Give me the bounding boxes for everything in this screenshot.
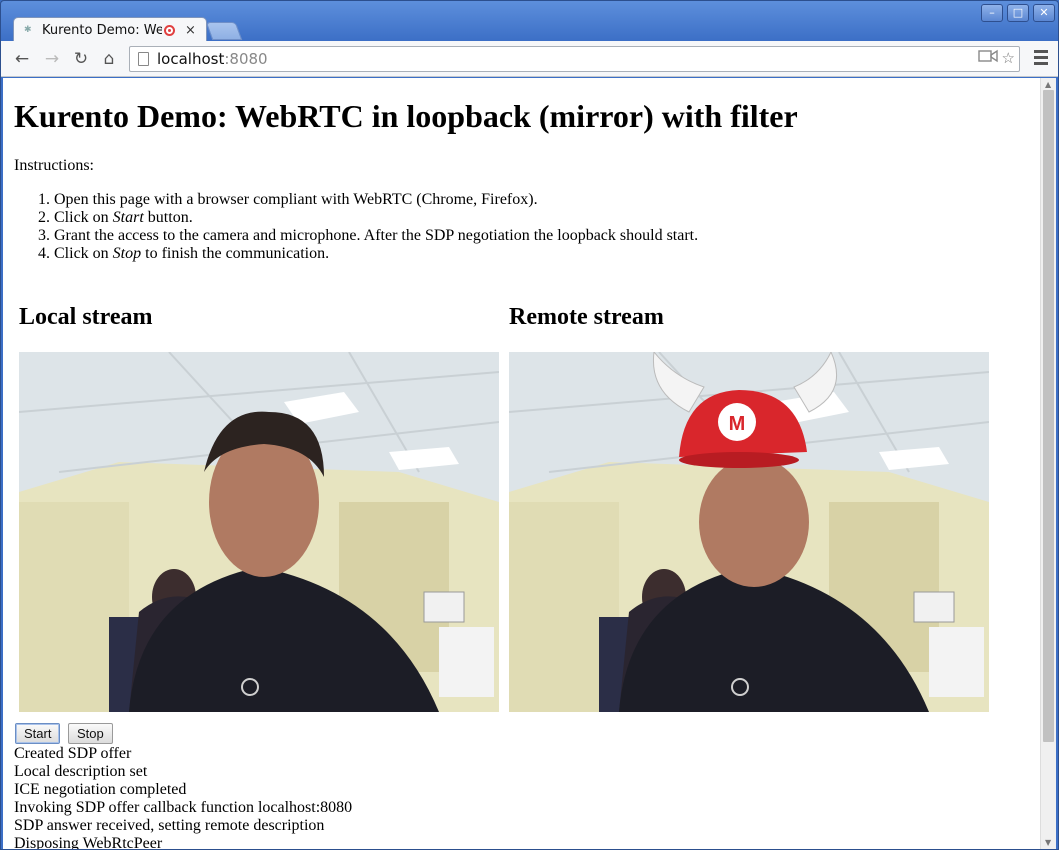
local-video[interactable]	[19, 352, 499, 712]
scrollbar-thumb[interactable]	[1043, 90, 1054, 742]
forward-icon[interactable]: →	[42, 49, 62, 69]
page-title: Kurento Demo: WebRTC in loopback (mirror…	[14, 98, 798, 134]
menu-icon[interactable]	[1034, 50, 1048, 68]
home-icon[interactable]: ⌂	[99, 49, 119, 69]
log-line: SDP answer received, setting remote desc…	[14, 817, 325, 834]
address-bar[interactable]: localhost :8080 ☆	[129, 46, 1020, 72]
instruction-step: Click on Start button.	[54, 209, 698, 227]
tab-close-icon[interactable]: ×	[185, 23, 196, 38]
url-port: :8080	[224, 50, 268, 68]
star-icon[interactable]: ☆	[1002, 49, 1015, 67]
reload-icon[interactable]: ↻	[71, 49, 91, 69]
svg-text:M: M	[729, 413, 746, 435]
vertical-scrollbar[interactable]: ▲ ▼	[1040, 78, 1056, 849]
log-output: Created SDP offer Local description set …	[14, 745, 352, 849]
scroll-up-icon[interactable]: ▲	[1045, 80, 1051, 89]
remote-video[interactable]: M	[509, 352, 989, 712]
instruction-step: Open this page with a browser compliant …	[54, 191, 698, 209]
log-line: Invoking SDP offer callback function loc…	[14, 799, 353, 816]
page-content: Kurento Demo: WebRTC in loopback (mirror…	[3, 78, 1040, 849]
instructions-label: Instructions:	[14, 157, 94, 174]
log-line: Local description set	[14, 763, 148, 780]
page-icon	[138, 52, 149, 66]
instructions-list: Open this page with a browser compliant …	[54, 191, 698, 263]
new-tab-button[interactable]	[205, 22, 243, 40]
close-window-icon[interactable]: ✕	[1033, 4, 1055, 22]
browser-window: ✱ Kurento Demo: We × – □ ✕ ← → ↻ ⌂ local…	[0, 0, 1059, 850]
back-icon[interactable]: ←	[12, 49, 32, 69]
maximize-icon[interactable]: □	[1007, 4, 1029, 22]
local-stream-heading: Local stream	[19, 304, 153, 330]
recording-icon	[164, 24, 175, 36]
camera-icon[interactable]	[977, 49, 998, 67]
instruction-step: Click on Stop to finish the communicatio…	[54, 245, 698, 263]
tab-active[interactable]: ✱ Kurento Demo: We ×	[13, 17, 207, 42]
instruction-step: Grant the access to the camera and micro…	[54, 227, 698, 245]
log-line: Disposing WebRtcPeer	[14, 835, 163, 849]
log-line: Created SDP offer	[14, 745, 132, 762]
log-line: ICE negotiation completed	[14, 781, 187, 798]
tab-title: Kurento Demo: We	[42, 22, 162, 38]
stop-button[interactable]: Stop	[68, 723, 113, 744]
minimize-icon[interactable]: –	[981, 4, 1003, 22]
scroll-down-icon[interactable]: ▼	[1045, 838, 1051, 847]
browser-toolbar: ← → ↻ ⌂ localhost :8080 ☆	[1, 41, 1058, 77]
remote-stream-heading: Remote stream	[509, 304, 664, 330]
url-host: localhost	[157, 50, 225, 68]
start-button[interactable]: Start	[15, 723, 61, 744]
page-favicon-icon: ✱	[24, 25, 32, 35]
tab-strip: ✱ Kurento Demo: We × – □ ✕	[1, 1, 1058, 42]
